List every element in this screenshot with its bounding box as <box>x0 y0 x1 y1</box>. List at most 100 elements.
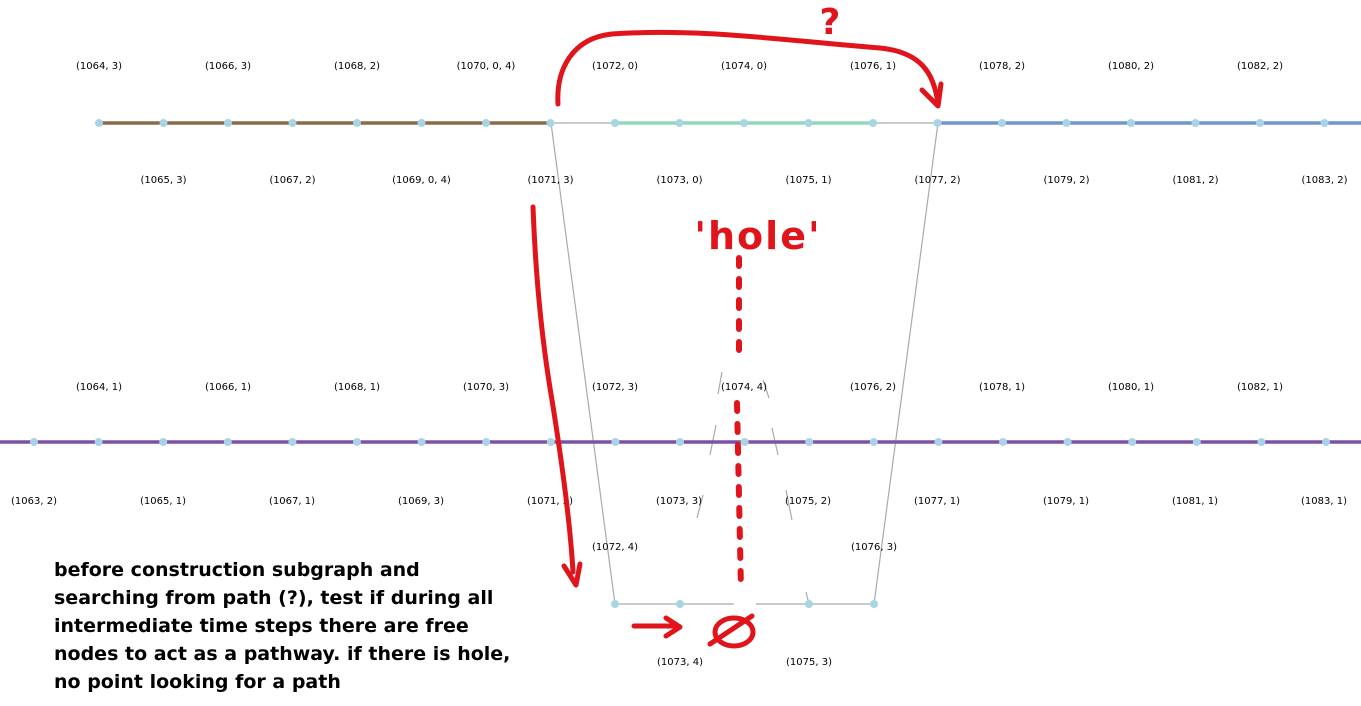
middle-label-below: (1079, 1) <box>1043 496 1089 507</box>
top-node <box>1256 119 1264 127</box>
middle-label-above: (1068, 1) <box>334 382 380 393</box>
top-label-below: (1065, 3) <box>141 175 187 186</box>
grey-edges <box>550 122 939 605</box>
bottom-label-above: (1072, 4) <box>592 542 638 553</box>
middle-node <box>805 438 814 446</box>
bottom-node <box>805 600 813 608</box>
top-label-above: (1072, 0) <box>592 61 638 72</box>
top-label-above: (1082, 2) <box>1237 61 1283 72</box>
bottom-label-below: (1073, 4) <box>657 657 703 668</box>
top-label-above: (1078, 2) <box>979 61 1025 72</box>
vertical-arrow-left <box>530 204 576 575</box>
edge-1071-to-1072-4 <box>550 122 616 605</box>
top-node <box>740 119 748 127</box>
middle-label-above: (1066, 1) <box>205 382 251 393</box>
middle-node <box>353 438 361 446</box>
top-label-below: (1067, 2) <box>270 175 316 186</box>
middle-node <box>1063 438 1072 446</box>
top-label-above: (1076, 1) <box>850 61 896 72</box>
top-node <box>1062 119 1071 127</box>
middle-label-above: (1072, 3) <box>592 382 638 393</box>
edge-dash-a <box>709 424 717 456</box>
top-label-below: (1079, 2) <box>1044 175 1090 186</box>
top-node <box>546 119 555 127</box>
top-label-above: (1064, 3) <box>76 61 122 72</box>
empty-set-circle <box>712 615 756 649</box>
nodes <box>30 119 1330 608</box>
middle-node <box>1128 438 1137 446</box>
dotted-hole-line <box>734 255 744 593</box>
middle-label-above: (1064, 1) <box>76 382 122 393</box>
top-label-below: (1081, 2) <box>1173 175 1219 186</box>
middle-label-below: (1083, 1) <box>1301 496 1347 507</box>
top-node <box>95 119 103 127</box>
middle-label-below: (1075, 2) <box>785 496 831 507</box>
top-node <box>1191 119 1200 127</box>
top-label-below: (1075, 1) <box>786 175 832 186</box>
top-node <box>353 119 361 127</box>
middle-node <box>288 438 297 446</box>
middle-node <box>611 438 620 446</box>
explanation-note: before construction subgraph and searchi… <box>54 559 511 693</box>
middle-label-below: (1073, 3) <box>656 496 702 507</box>
top-label-below: (1073, 0) <box>657 175 703 186</box>
middle-label-below: (1081, 1) <box>1172 496 1218 507</box>
top-node <box>417 119 426 127</box>
middle-label-below: (1063, 2) <box>11 496 57 507</box>
top-node <box>675 119 684 127</box>
top-label-below: (1071, 3) <box>528 175 574 186</box>
edge-1077-to-1076-3 <box>873 122 939 605</box>
top-label-above: (1068, 2) <box>334 61 380 72</box>
middle-label-below: (1069, 3) <box>398 496 444 507</box>
middle-node <box>676 438 684 446</box>
top-label-below: (1083, 2) <box>1302 175 1348 186</box>
top-node <box>611 119 619 127</box>
top-label-above: (1080, 2) <box>1108 61 1154 72</box>
top-label-above: (1070, 0, 4) <box>457 61 516 72</box>
middle-node <box>30 438 38 446</box>
top-label-below: (1069, 0, 4) <box>392 175 451 186</box>
middle-node <box>94 438 103 446</box>
middle-node <box>999 438 1007 446</box>
top-node <box>224 119 232 127</box>
top-node <box>159 119 168 127</box>
middle-label-above: (1074, 4) <box>721 382 767 393</box>
middle-label-below: (1077, 1) <box>914 496 960 507</box>
top-node <box>869 119 877 127</box>
top-node <box>998 119 1006 127</box>
bottom-label-below: (1075, 3) <box>786 657 832 668</box>
hole-label: 'hole' <box>694 214 821 258</box>
middle-node <box>1322 438 1330 446</box>
top-node <box>1320 119 1329 127</box>
question-mark: ? <box>820 2 841 43</box>
middle-node <box>740 438 749 446</box>
colored-paths <box>0 121 1361 444</box>
middle-node <box>223 438 232 446</box>
middle-node <box>869 438 878 446</box>
top-node <box>482 119 490 127</box>
middle-label-above: (1080, 1) <box>1108 382 1154 393</box>
middle-label-below: (1065, 1) <box>140 496 186 507</box>
middle-label-above: (1070, 3) <box>463 382 509 393</box>
middle-label-above: (1078, 1) <box>979 382 1025 393</box>
middle-label-above: (1076, 2) <box>850 382 896 393</box>
arrowhead-top <box>919 81 944 109</box>
bottom-node <box>870 600 878 608</box>
middle-node <box>417 438 426 446</box>
middle-node <box>482 438 491 446</box>
top-label-below: (1077, 2) <box>915 175 961 186</box>
middle-node <box>1192 438 1201 446</box>
middle-node <box>159 438 168 446</box>
middle-node <box>546 438 555 446</box>
top-label-above: (1074, 0) <box>721 61 767 72</box>
middle-node <box>934 438 943 446</box>
middle-label-below: (1067, 1) <box>269 496 315 507</box>
top-node <box>933 119 942 127</box>
middle-node <box>1257 438 1266 446</box>
bottom-label-above: (1076, 3) <box>851 542 897 553</box>
top-node <box>288 119 297 127</box>
middle-label-above: (1082, 1) <box>1237 382 1283 393</box>
top-label-above: (1066, 3) <box>205 61 251 72</box>
bottom-node <box>611 600 619 608</box>
top-node <box>1127 119 1135 127</box>
